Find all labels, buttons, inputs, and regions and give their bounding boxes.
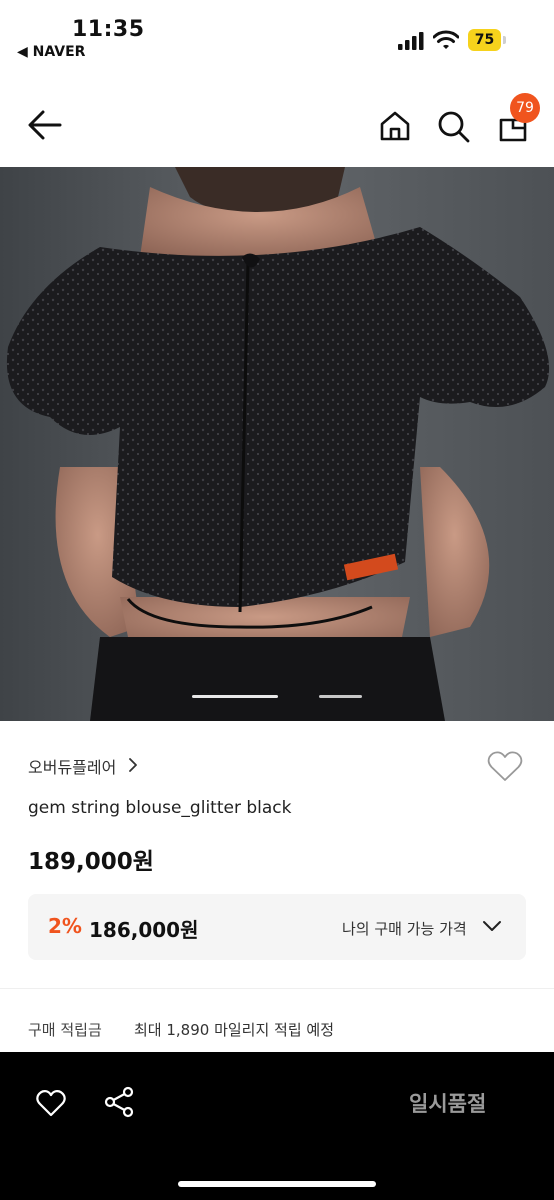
points-label: 구매 적립금 (28, 1021, 102, 1039)
discount-price: 186,000원 (89, 918, 199, 942)
heart-icon[interactable] (36, 1089, 66, 1117)
product-image-carousel[interactable] (0, 167, 554, 721)
purchase-price-dropdown[interactable]: 2% 186,000원 나의 구매 가능 가격 (28, 894, 526, 960)
product-price: 189,000원 (28, 849, 154, 875)
wifi-icon (433, 30, 459, 49)
product-photo (0, 167, 554, 721)
share-icon[interactable] (104, 1086, 134, 1118)
battery-level: 75 (474, 32, 495, 48)
cellular-signal-icon (398, 32, 424, 50)
section-divider (0, 988, 554, 989)
top-navigation (0, 86, 554, 166)
carousel-indicator (192, 695, 362, 698)
home-icon[interactable] (379, 110, 411, 142)
arrow-left-icon[interactable] (26, 108, 64, 142)
carousel-dot-active (192, 695, 278, 698)
carousel-dot (319, 695, 362, 698)
status-bar: 11:35 ◀ NAVER 75 (0, 0, 554, 70)
purchase-price-label: 나의 구매 가능 가격 (342, 920, 467, 938)
points-value: 최대 1,890 마일리지 적립 예정 (134, 1021, 335, 1039)
status-time: 11:35 (72, 17, 145, 42)
search-icon[interactable] (437, 110, 471, 144)
chevron-right-icon[interactable] (128, 757, 138, 773)
home-indicator[interactable] (178, 1181, 376, 1187)
battery-indicator: 75 (468, 29, 506, 51)
sold-out-button[interactable]: 일시품절 (409, 1088, 486, 1118)
discount-rate: 2% (48, 914, 82, 938)
heart-icon[interactable] (487, 750, 523, 782)
cart-count-badge: 79 (510, 93, 540, 123)
back-to-app-link[interactable]: ◀ NAVER (17, 44, 85, 60)
brand-link[interactable]: 오버듀플레어 (28, 754, 116, 778)
product-title: gem string blouse_glitter black (28, 798, 292, 818)
chevron-down-icon (483, 921, 501, 931)
bottom-action-bar (0, 1052, 554, 1200)
